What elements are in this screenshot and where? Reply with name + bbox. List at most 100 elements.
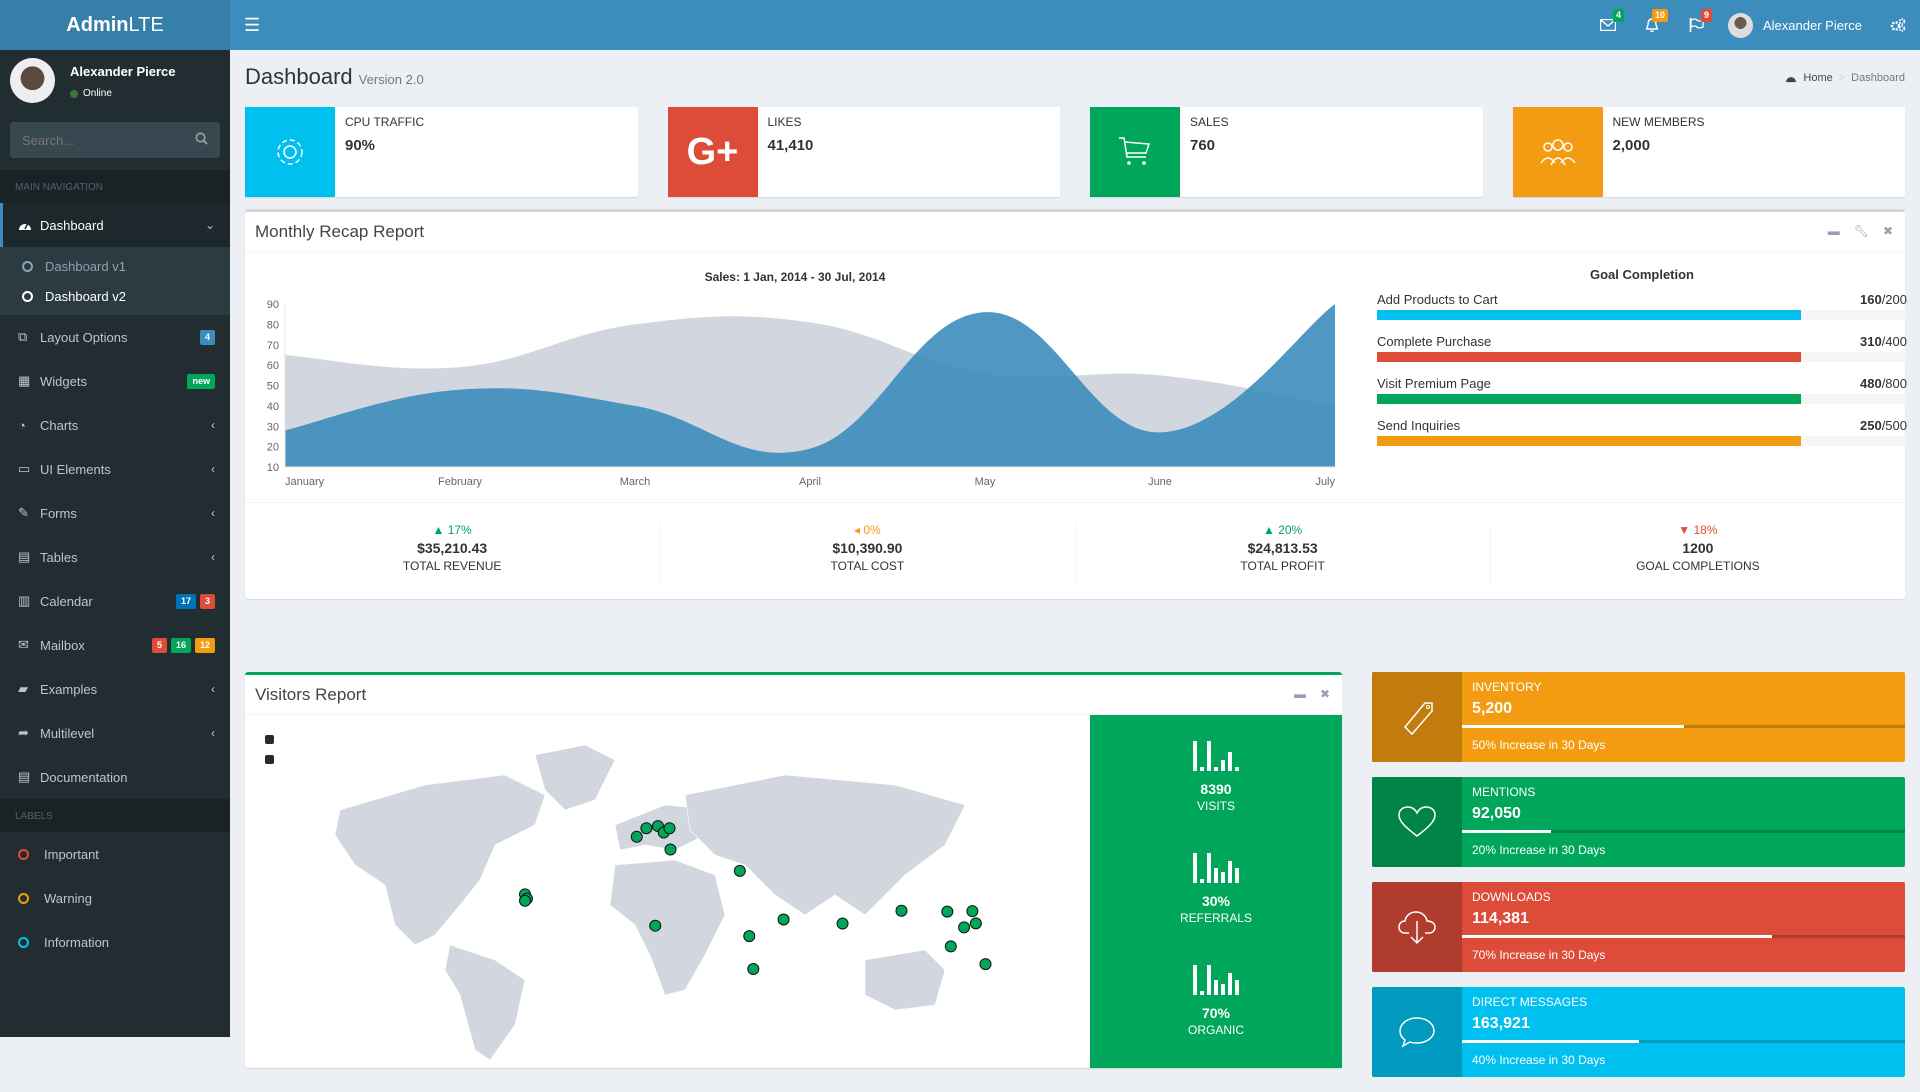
sidebar-item-widgets[interactable]: ▦ Widgets new: [0, 359, 230, 403]
dashboard-submenu: Dashboard v1 Dashboard v2: [0, 247, 230, 315]
sidebar-item-forms[interactable]: ✎ Forms ‹: [0, 491, 230, 535]
menu-badge: new: [187, 373, 215, 389]
map-marker[interactable]: [664, 843, 677, 856]
collapse-icon[interactable]: ▬: [1294, 687, 1306, 701]
x-tick-label: June: [1148, 476, 1172, 488]
wrench-icon[interactable]: 🔧︎: [1854, 224, 1869, 238]
map-marker[interactable]: [777, 913, 790, 926]
goal-value: 160/200: [1859, 292, 1907, 307]
map-marker[interactable]: [747, 963, 760, 975]
sidebar-item-tables[interactable]: ▤ Tables ‹: [0, 535, 230, 579]
chevron-left-icon: ‹: [211, 550, 215, 564]
map-marker[interactable]: [743, 930, 756, 943]
map-marker[interactable]: [969, 917, 982, 930]
progress-bar-fill: [1377, 352, 1801, 362]
menu-badge: 17: [175, 593, 196, 609]
description-label: TOTAL COST: [830, 559, 905, 573]
sidebar-item-documentation[interactable]: ▤ Documentation: [0, 755, 230, 799]
sparkline-bar: [1193, 853, 1197, 883]
x-tick-label: January: [285, 476, 325, 488]
sidebar-label-warning[interactable]: Warning: [0, 876, 230, 920]
sidebar-item-dashboard-v1[interactable]: Dashboard v1: [0, 251, 230, 281]
recap-footer: ▲ 17% $35,210.43 TOTAL REVENUE ◂ 0% $10,390.…: [245, 502, 1905, 583]
sparkline-bar: [1207, 853, 1211, 883]
control-sidebar-toggle[interactable]: [1876, 0, 1920, 50]
map-marker[interactable]: [966, 905, 979, 918]
continent-region[interactable]: [684, 774, 966, 916]
map-marker[interactable]: [979, 958, 992, 971]
continent-region[interactable]: [334, 774, 546, 946]
close-icon[interactable]: ✖: [1883, 224, 1893, 238]
continent-region[interactable]: [864, 949, 946, 1011]
map-marker[interactable]: [649, 919, 662, 932]
world-map[interactable]: [245, 715, 1090, 1068]
sidebar-item-mailbox[interactable]: ✉ Mailbox 5 16 12: [0, 623, 230, 667]
y-tick-label: 60: [267, 360, 279, 372]
sidebar-item-dashboard-v2[interactable]: Dashboard v2: [0, 281, 230, 311]
sparkline-bar: [1235, 767, 1239, 771]
progress-box-number: 5,200: [1472, 700, 1513, 717]
sidebar-label-information[interactable]: Information: [0, 920, 230, 964]
progress-description: 50% Increase in 30 Days: [1472, 738, 1606, 752]
progress-box-number: 92,050: [1472, 805, 1521, 822]
cart-icon: [1090, 107, 1180, 197]
map-marker[interactable]: [630, 830, 643, 843]
sidebar-item-multilevel[interactable]: ➦ Multilevel ‹: [0, 711, 230, 755]
visitor-stat-value: 8390: [1200, 781, 1232, 797]
user-menu[interactable]: Alexander Pierce: [1718, 0, 1876, 50]
chevron-left-icon: ‹: [211, 506, 215, 520]
sidebar-item-ui-elements[interactable]: ▭ UI Elements ‹: [0, 447, 230, 491]
menu-badge: 12: [194, 637, 215, 653]
dashboard-icon: [1786, 77, 1797, 83]
search-input[interactable]: [10, 122, 220, 158]
sidebar-item-layout-options[interactable]: ⧉ Layout Options 4: [0, 315, 230, 359]
map-marker[interactable]: [941, 905, 954, 918]
progress-bar: [1377, 436, 1907, 446]
search-icon[interactable]: [195, 132, 208, 150]
description-label: TOTAL PROFIT: [1240, 559, 1325, 573]
continent-region[interactable]: [534, 744, 616, 811]
visitor-stat-label: VISITS: [1196, 799, 1235, 813]
sidebar-label-important[interactable]: Important: [0, 832, 230, 876]
visitor-stat-referrals: 30% REFERRALS: [1090, 827, 1342, 939]
sparkline-bar: [1235, 868, 1239, 883]
sparkline-bar: [1228, 860, 1232, 883]
continent-region[interactable]: [444, 944, 526, 1061]
tag-icon: [1372, 672, 1462, 762]
sidebar-item-calendar[interactable]: ▥ Calendar 17 3: [0, 579, 230, 623]
zoom-in-button[interactable]: [265, 735, 274, 744]
online-dot-icon: [70, 89, 78, 98]
sparkline-bar-chart: [1090, 853, 1342, 883]
sidebar-item-charts[interactable]: ◔ Charts ‹: [0, 403, 230, 447]
map-marker[interactable]: [895, 904, 908, 917]
visitor-stat-visits: 8390 VISITS: [1090, 715, 1342, 827]
laptop-icon: ▭: [18, 461, 31, 476]
info-box-new-members: NEW MEMBERS 2,000: [1512, 107, 1905, 197]
map-marker[interactable]: [958, 921, 971, 934]
map-marker[interactable]: [733, 864, 746, 877]
book-icon: ▤: [18, 769, 31, 784]
tasks-menu[interactable]: 9: [1674, 0, 1718, 50]
sidebar-toggle-icon[interactable]: ☰: [244, 15, 260, 36]
description-amount: $10,390.90: [832, 540, 903, 556]
map-marker[interactable]: [944, 940, 957, 953]
map-marker[interactable]: [519, 894, 532, 907]
continent-region[interactable]: [609, 859, 726, 996]
map-marker[interactable]: [663, 822, 676, 835]
map-marker[interactable]: [836, 917, 849, 930]
info-box-label: SALES: [1190, 115, 1229, 129]
table-icon: ▤: [18, 549, 31, 564]
logo[interactable]: AdminLTE: [0, 0, 230, 50]
close-icon[interactable]: ✖: [1320, 687, 1330, 701]
sidebar-item-examples[interactable]: ▰ Examples ‹: [0, 667, 230, 711]
box-title: Monthly Recap Report: [255, 222, 425, 241]
progress-box-label: INVENTORY: [1472, 680, 1542, 694]
collapse-icon[interactable]: ▬: [1828, 224, 1840, 238]
notifications-menu[interactable]: 10: [1630, 0, 1674, 50]
breadcrumb-home[interactable]: Home: [1803, 72, 1832, 84]
messages-menu[interactable]: 4: [1586, 0, 1630, 50]
zoom-out-button[interactable]: [265, 755, 274, 764]
sparkline-bar: [1221, 759, 1225, 771]
map-marker[interactable]: [640, 822, 653, 835]
sidebar-item-dashboard[interactable]: Dashboard ⌄: [0, 203, 230, 247]
